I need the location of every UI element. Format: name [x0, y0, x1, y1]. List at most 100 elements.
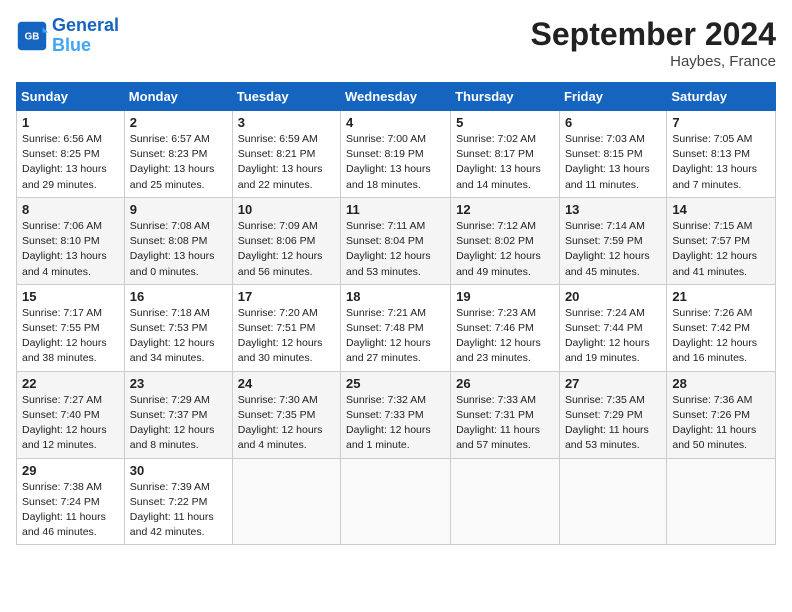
day-info: Sunrise: 7:27 AM Sunset: 7:40 PM Dayligh… — [22, 393, 119, 454]
day-number: 23 — [130, 376, 227, 391]
day-number: 2 — [130, 115, 227, 130]
calendar-cell: 20Sunrise: 7:24 AM Sunset: 7:44 PM Dayli… — [559, 284, 666, 371]
day-info: Sunrise: 7:14 AM Sunset: 7:59 PM Dayligh… — [565, 219, 661, 280]
calendar-cell — [341, 458, 451, 545]
day-number: 10 — [238, 202, 335, 217]
title-block: September 2024 Haybes, France — [531, 16, 776, 70]
calendar-cell: 12 Sunrise: 7:12 AM Sunset: 8:02 PM Dayli… — [451, 197, 560, 284]
calendar-cell: 15Sunrise: 7:17 AM Sunset: 7:55 PM Dayli… — [17, 284, 125, 371]
day-number: 3 — [238, 115, 335, 130]
calendar-cell: 17Sunrise: 7:20 AM Sunset: 7:51 PM Dayli… — [232, 284, 340, 371]
day-info: Sunrise: 7:18 AM Sunset: 7:53 PM Dayligh… — [130, 306, 227, 367]
col-header-monday: Monday — [124, 83, 232, 111]
logo-text: GeneralBlue — [52, 16, 119, 56]
day-number: 12 — [456, 202, 554, 217]
day-info: Sunrise: 7:23 AM Sunset: 7:46 PM Dayligh… — [456, 306, 554, 367]
calendar-cell: 27 Sunrise: 7:35 AM Sunset: 7:29 PM Dayli… — [559, 371, 666, 458]
calendar-cell — [232, 458, 340, 545]
calendar-cell: 19 Sunrise: 7:23 AM Sunset: 7:46 PM Dayli… — [451, 284, 560, 371]
calendar-cell: 22 Sunrise: 7:27 AM Sunset: 7:40 PM Dayli… — [17, 371, 125, 458]
day-number: 6 — [565, 115, 661, 130]
day-number: 29 — [22, 463, 119, 478]
day-number: 25 — [346, 376, 445, 391]
day-number: 19 — [456, 289, 554, 304]
day-number: 30 — [130, 463, 227, 478]
calendar-cell: 7 Sunrise: 7:05 AM Sunset: 8:13 PM Daylig… — [667, 111, 776, 198]
calendar-cell: 4Sunrise: 7:00 AM Sunset: 8:19 PM Daylig… — [341, 111, 451, 198]
calendar-cell: 9 Sunrise: 7:08 AM Sunset: 8:08 PM Daylig… — [124, 197, 232, 284]
logo-icon: GB — [16, 20, 48, 52]
day-number: 5 — [456, 115, 554, 130]
calendar-cell: 29 Sunrise: 7:38 AM Sunset: 7:24 PM Dayli… — [17, 458, 125, 545]
location: Haybes, France — [531, 53, 776, 70]
calendar-week-row: 22 Sunrise: 7:27 AM Sunset: 7:40 PM Dayli… — [17, 371, 776, 458]
col-header-tuesday: Tuesday — [232, 83, 340, 111]
day-number: 7 — [672, 115, 770, 130]
day-info: Sunrise: 6:57 AM Sunset: 8:23 PM Dayligh… — [130, 132, 227, 193]
page-header: GB GeneralBlue September 2024 Haybes, Fr… — [16, 16, 776, 70]
day-number: 28 — [672, 376, 770, 391]
day-number: 27 — [565, 376, 661, 391]
day-info: Sunrise: 7:21 AM Sunset: 7:48 PM Dayligh… — [346, 306, 445, 367]
day-info: Sunrise: 7:32 AM Sunset: 7:33 PM Dayligh… — [346, 393, 445, 454]
calendar-table: SundayMondayTuesdayWednesdayThursdayFrid… — [16, 82, 776, 545]
day-info: Sunrise: 7:36 AM Sunset: 7:26 PM Dayligh… — [672, 393, 770, 454]
day-number: 18 — [346, 289, 445, 304]
day-info: Sunrise: 7:11 AM Sunset: 8:04 PM Dayligh… — [346, 219, 445, 280]
day-number: 26 — [456, 376, 554, 391]
day-number: 21 — [672, 289, 770, 304]
svg-text:GB: GB — [25, 31, 40, 42]
day-info: Sunrise: 6:56 AM Sunset: 8:25 PM Dayligh… — [22, 132, 119, 193]
calendar-cell — [451, 458, 560, 545]
calendar-cell: 24Sunrise: 7:30 AM Sunset: 7:35 PM Dayli… — [232, 371, 340, 458]
calendar-week-row: 15Sunrise: 7:17 AM Sunset: 7:55 PM Dayli… — [17, 284, 776, 371]
day-number: 16 — [130, 289, 227, 304]
day-info: Sunrise: 6:59 AM Sunset: 8:21 PM Dayligh… — [238, 132, 335, 193]
calendar-week-row: 8 Sunrise: 7:06 AM Sunset: 8:10 PM Daylig… — [17, 197, 776, 284]
calendar-cell: 26 Sunrise: 7:33 AM Sunset: 7:31 PM Dayli… — [451, 371, 560, 458]
day-info: Sunrise: 7:12 AM Sunset: 8:02 PM Dayligh… — [456, 219, 554, 280]
day-info: Sunrise: 7:05 AM Sunset: 8:13 PM Dayligh… — [672, 132, 770, 193]
calendar-cell: 13 Sunrise: 7:14 AM Sunset: 7:59 PM Dayli… — [559, 197, 666, 284]
month-title: September 2024 — [531, 16, 776, 53]
day-info: Sunrise: 7:26 AM Sunset: 7:42 PM Dayligh… — [672, 306, 770, 367]
calendar-cell: 16 Sunrise: 7:18 AM Sunset: 7:53 PM Dayli… — [124, 284, 232, 371]
calendar-cell: 10 Sunrise: 7:09 AM Sunset: 8:06 PM Dayli… — [232, 197, 340, 284]
day-info: Sunrise: 7:35 AM Sunset: 7:29 PM Dayligh… — [565, 393, 661, 454]
calendar-week-row: 1Sunrise: 6:56 AM Sunset: 8:25 PM Daylig… — [17, 111, 776, 198]
day-number: 13 — [565, 202, 661, 217]
day-info: Sunrise: 7:15 AM Sunset: 7:57 PM Dayligh… — [672, 219, 770, 280]
calendar-cell: 28 Sunrise: 7:36 AM Sunset: 7:26 PM Dayli… — [667, 371, 776, 458]
day-info: Sunrise: 7:29 AM Sunset: 7:37 PM Dayligh… — [130, 393, 227, 454]
calendar-week-row: 29 Sunrise: 7:38 AM Sunset: 7:24 PM Dayli… — [17, 458, 776, 545]
day-number: 14 — [672, 202, 770, 217]
day-number: 11 — [346, 202, 445, 217]
day-info: Sunrise: 7:08 AM Sunset: 8:08 PM Dayligh… — [130, 219, 227, 280]
calendar-cell: 1Sunrise: 6:56 AM Sunset: 8:25 PM Daylig… — [17, 111, 125, 198]
calendar-cell: 2 Sunrise: 6:57 AM Sunset: 8:23 PM Daylig… — [124, 111, 232, 198]
day-number: 24 — [238, 376, 335, 391]
day-number: 17 — [238, 289, 335, 304]
col-header-saturday: Saturday — [667, 83, 776, 111]
day-info: Sunrise: 7:38 AM Sunset: 7:24 PM Dayligh… — [22, 480, 119, 541]
calendar-cell: 23 Sunrise: 7:29 AM Sunset: 7:37 PM Dayli… — [124, 371, 232, 458]
calendar-cell: 25 Sunrise: 7:32 AM Sunset: 7:33 PM Dayli… — [341, 371, 451, 458]
day-number: 4 — [346, 115, 445, 130]
calendar-cell: 11 Sunrise: 7:11 AM Sunset: 8:04 PM Dayli… — [341, 197, 451, 284]
calendar-cell: 8 Sunrise: 7:06 AM Sunset: 8:10 PM Daylig… — [17, 197, 125, 284]
col-header-wednesday: Wednesday — [341, 83, 451, 111]
day-number: 8 — [22, 202, 119, 217]
col-header-friday: Friday — [559, 83, 666, 111]
calendar-cell — [667, 458, 776, 545]
col-header-sunday: Sunday — [17, 83, 125, 111]
calendar-header-row: SundayMondayTuesdayWednesdayThursdayFrid… — [17, 83, 776, 111]
day-info: Sunrise: 7:24 AM Sunset: 7:44 PM Dayligh… — [565, 306, 661, 367]
day-info: Sunrise: 7:09 AM Sunset: 8:06 PM Dayligh… — [238, 219, 335, 280]
day-number: 9 — [130, 202, 227, 217]
calendar-cell: 18 Sunrise: 7:21 AM Sunset: 7:48 PM Dayli… — [341, 284, 451, 371]
day-info: Sunrise: 7:06 AM Sunset: 8:10 PM Dayligh… — [22, 219, 119, 280]
calendar-cell: 3 Sunrise: 6:59 AM Sunset: 8:21 PM Daylig… — [232, 111, 340, 198]
day-info: Sunrise: 7:33 AM Sunset: 7:31 PM Dayligh… — [456, 393, 554, 454]
day-number: 15 — [22, 289, 119, 304]
day-number: 22 — [22, 376, 119, 391]
